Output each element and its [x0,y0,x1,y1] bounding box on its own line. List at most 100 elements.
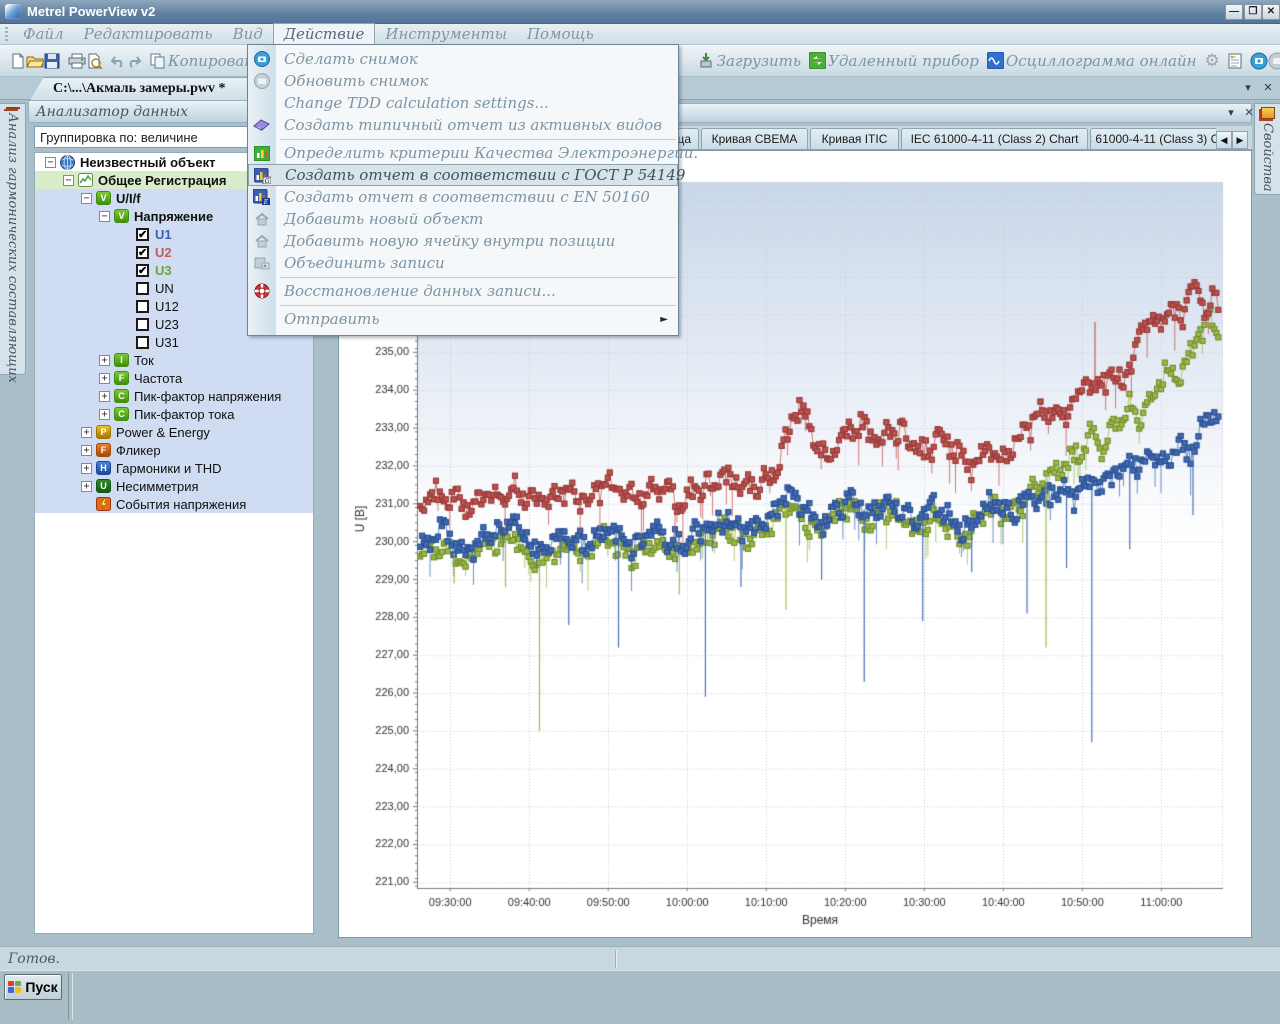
action-menu-item[interactable]: Обновить снимок [248,70,678,92]
remote-device-icon[interactable] [809,49,826,73]
tree-item[interactable]: События напряжения [35,495,313,513]
action-menu-item[interactable]: EСоздать отчет в соответствии с EN 50160 [248,186,678,208]
save-button[interactable] [44,49,60,73]
expand-icon[interactable]: + [81,427,92,438]
new-file-button[interactable] [10,49,26,73]
minimize-button[interactable]: — [1225,4,1243,20]
action-menu-item[interactable]: Change TDD calculation settings... [248,92,678,114]
tree-item[interactable]: +HГармоники и THD [35,459,313,477]
menu-item[interactable]: Редактировать [74,24,223,45]
tree-item[interactable]: +CПик-фактор напряжения [35,387,313,405]
doc-tab-dropdown-icon[interactable]: ▾ [1240,81,1256,96]
redo-button[interactable] [126,49,142,73]
copy-button[interactable] [150,49,166,73]
chart-tab[interactable]: Кривая CBEMA [701,128,808,149]
start-button[interactable]: Пуск [4,974,62,1000]
checkbox-checked[interactable]: ✔ [136,228,149,241]
checkbox-unchecked[interactable] [136,300,149,313]
menu-item[interactable]: Помощь [517,24,604,45]
undo-button[interactable] [110,49,126,73]
action-menu-item-label: Обновить снимок [284,72,428,90]
tree-item-label: U2 [155,245,172,260]
pane-close-icon[interactable]: ✕ [1241,106,1257,121]
remote-device-label[interactable]: Удаленный прибор [828,52,979,70]
action-menu-item-label: Добавить новый объект [284,210,483,228]
action-menu-item[interactable]: Создать типичный отчет из активных видов [248,114,678,136]
collapse-icon[interactable]: − [63,175,74,186]
action-menu-item[interactable]: Объединить записи [248,252,678,274]
settings-gear-icon[interactable]: ⚙ [1205,49,1220,73]
close-button[interactable]: ✕ [1262,4,1280,20]
checkbox-unchecked[interactable] [136,318,149,331]
tree-item-label: Power & Energy [116,425,210,440]
download-icon[interactable] [697,49,715,73]
tree-item[interactable]: +FЧастота [35,369,313,387]
expand-icon[interactable]: + [99,355,110,366]
checkbox-unchecked[interactable] [136,282,149,295]
expand-icon[interactable]: + [81,445,92,456]
menu-item[interactable]: Вид [223,24,273,45]
download-button-label[interactable]: Загрузить [717,52,801,70]
oscillogram-icon[interactable] [987,49,1004,73]
menu-separator [280,277,676,278]
tree-item[interactable]: +UНесимметрия [35,477,313,495]
badge-i-icon: I [114,353,129,367]
refresh-snapshot-camera-icon[interactable] [1268,49,1280,73]
tree-item[interactable]: +CПик-фактор тока [35,405,313,423]
doc-tab-close-icon[interactable]: ✕ [1260,81,1276,96]
action-menu-item[interactable]: Сделать снимок [248,48,678,70]
document-tab[interactable]: C:\...\Акмаль замеры.pwv * [30,77,260,100]
properties-vertical-tab[interactable]: Свойства [1254,103,1280,195]
harmonics-vertical-tab[interactable]: Анализ гармонических составляющих [0,103,26,375]
status-text: Готов. [8,951,60,967]
expand-icon[interactable]: + [99,391,110,402]
action-menu-item[interactable]: Определить критерии Качества Электроэнер… [248,142,678,164]
expand-icon[interactable]: + [99,409,110,420]
menu-separator [280,305,676,306]
action-menu-item[interactable]: Добавить новый объект [248,208,678,230]
right-dock-strip [1252,100,1280,946]
checkbox-checked[interactable]: ✔ [136,264,149,277]
expand-icon[interactable]: + [81,463,92,474]
tree-item-label: Общее Регистрация [98,173,227,188]
chart-tab[interactable]: Кривая ITIC [810,128,899,149]
tab-scroll-right-icon[interactable]: ▶ [1232,131,1248,149]
snapshot-camera-icon[interactable] [1250,49,1268,73]
collapse-icon[interactable]: − [99,211,110,222]
tree-item-label: Напряжение [134,209,213,224]
checkbox-unchecked[interactable] [136,336,149,349]
tree-item[interactable]: +IТок [35,351,313,369]
chart-tab-label: Кривая CBEMA [712,132,798,146]
none-icon [253,311,270,327]
chart-e-icon: E [253,189,270,205]
action-menu-item[interactable]: Добавить новую ячейку внутри позиции [248,230,678,252]
menu-item[interactable]: Инструменты [375,24,517,45]
notes-icon[interactable] [1228,49,1242,73]
pane-dropdown-icon[interactable]: ▾ [1223,106,1239,121]
menu-item[interactable]: Файл [13,24,74,45]
checkbox-checked[interactable]: ✔ [136,246,149,259]
collapse-icon[interactable]: − [45,157,56,168]
restore-button[interactable]: ❐ [1244,4,1262,20]
tab-scroll-left-icon[interactable]: ◀ [1216,131,1232,149]
action-menu-item[interactable]: Отправить► [248,308,678,330]
tree-item[interactable]: +PPower & Energy [35,423,313,441]
harmonics-tab-icon [6,107,20,109]
action-menu-item[interactable]: GСоздать отчет в соответствии с ГОСТ Р 5… [248,164,678,186]
tree-item[interactable]: +FФликер [35,441,313,459]
print-preview-button[interactable] [86,49,102,73]
menu-grip[interactable] [5,27,8,41]
tree-item-label: U12 [155,299,179,314]
collapse-icon[interactable]: − [81,193,92,204]
open-file-button[interactable] [26,49,44,73]
expand-icon[interactable]: + [81,481,92,492]
chart-tab[interactable]: IEC 61000-4-11 (Class 2) Chart [901,128,1088,149]
action-menu-item[interactable]: Восстановление данных записи... [248,280,678,302]
chart-tab[interactable]: IEC 61000-4-11 (Class 3) Chart [1090,128,1216,149]
menu-action-active[interactable]: Действие [273,23,376,45]
oscillogram-label[interactable]: Осциллограмма онлайн [1006,52,1197,70]
expand-icon[interactable]: + [99,373,110,384]
chart-g-icon: G [254,168,271,184]
properties-tab-icon [1261,107,1275,119]
print-button[interactable] [68,49,86,73]
